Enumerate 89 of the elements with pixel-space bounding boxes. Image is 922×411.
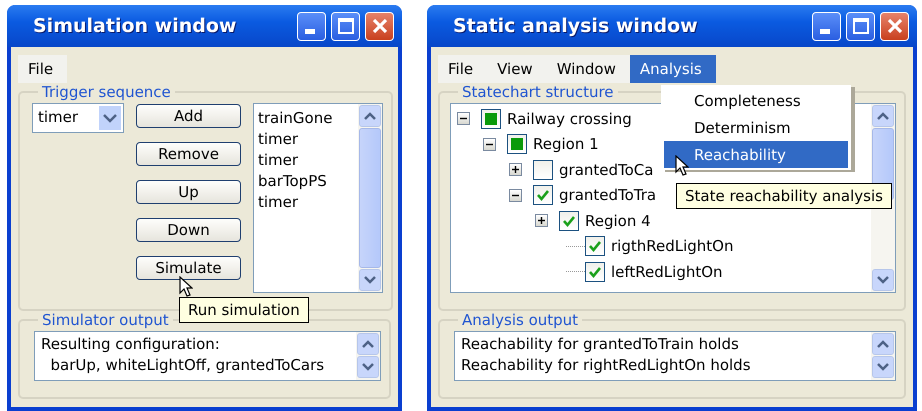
group-title: Analysis output (461, 311, 580, 329)
output-line: Resulting configuration: (41, 334, 221, 355)
output-line: Reachability for grantedToTrain holds (461, 334, 740, 355)
list-item[interactable]: timer (258, 129, 354, 150)
check-icon (536, 189, 550, 202)
state-box[interactable] (507, 134, 527, 154)
group-title: Statechart structure (461, 83, 615, 101)
tree-item[interactable]: grantedToTra (559, 186, 656, 204)
scroll-up-button[interactable] (872, 333, 894, 355)
check-icon (562, 214, 576, 227)
maximize-button[interactable] (331, 12, 360, 40)
close-button[interactable] (365, 12, 394, 40)
scroll-down-button[interactable] (359, 269, 381, 291)
output-line: barUp, whiteLightOff, grantedToCars (50, 355, 326, 376)
chevron-up-icon (877, 112, 889, 120)
scroll-down-button[interactable] (872, 269, 894, 291)
minimize-button[interactable] (297, 12, 326, 40)
list-item[interactable]: barTopPS (258, 171, 354, 192)
plus-icon (537, 216, 546, 226)
close-icon (372, 18, 388, 34)
list-item[interactable]: trainGone (258, 108, 354, 129)
checkbox[interactable] (559, 210, 579, 231)
tooltip: State reachability analysis (676, 183, 892, 209)
action-button[interactable]: Down (136, 218, 241, 242)
chevron-down-icon (877, 276, 889, 284)
square-icon (511, 138, 523, 150)
checkbox[interactable] (533, 185, 553, 206)
menu-item[interactable]: Analysis (630, 55, 716, 83)
tree-item[interactable]: Region 4 (585, 212, 651, 230)
chevron-up-icon (362, 340, 374, 348)
tree-toggle[interactable] (509, 188, 522, 202)
menu-item[interactable]: File (18, 55, 68, 83)
scroll-up-button[interactable] (357, 333, 379, 355)
minimize-button[interactable] (812, 12, 841, 40)
menu-item[interactable]: View (487, 55, 547, 83)
action-button[interactable]: Up (136, 180, 241, 204)
scroll-up-button[interactable] (359, 105, 381, 127)
list-item[interactable]: timer (258, 150, 354, 171)
scroll-down-button[interactable] (872, 356, 894, 378)
close-icon (886, 18, 902, 34)
maximize-icon (852, 18, 868, 34)
menu-item[interactable]: Window (546, 55, 630, 83)
minimize-icon (820, 28, 830, 34)
close-button[interactable] (880, 12, 909, 40)
menu-item[interactable]: Completeness (664, 87, 848, 114)
state-box[interactable] (481, 108, 501, 129)
chevron-down-icon (103, 114, 117, 122)
minimize-icon (304, 28, 314, 34)
tree-toggle[interactable] (483, 138, 496, 151)
tree-item[interactable]: Region 1 (533, 135, 599, 154)
checkbox[interactable] (585, 262, 605, 282)
square-icon (485, 112, 497, 125)
maximize-icon (338, 18, 354, 34)
chevron-up-icon (364, 112, 376, 120)
tree-item[interactable]: rigthRedLightOn (611, 237, 734, 256)
window-title: Simulation window (33, 15, 238, 37)
maximize-button[interactable] (846, 12, 875, 40)
check-icon (588, 240, 602, 252)
tree-toggle[interactable] (535, 214, 548, 228)
tree-item[interactable]: grantedToCa (559, 160, 654, 179)
chevron-down-icon (877, 363, 889, 371)
action-button[interactable]: Add (136, 104, 241, 128)
scroll-thumb[interactable] (359, 128, 381, 268)
tree-item[interactable]: Railway crossing (507, 110, 632, 128)
menu-item[interactable]: Reachability (664, 141, 848, 168)
group-title: Simulator output (41, 311, 170, 329)
check-icon (588, 266, 602, 278)
tree-toggle[interactable] (457, 112, 470, 126)
action-button[interactable]: Simulate (136, 256, 241, 280)
chevron-up-icon (877, 340, 889, 348)
chevron-down-icon (362, 363, 374, 371)
scroll-up-button[interactable] (872, 105, 894, 127)
tree-toggle[interactable] (509, 163, 522, 176)
dropdown-field[interactable]: timer (32, 103, 124, 133)
tooltip: Run simulation (179, 297, 309, 323)
output-line: Reachability for rightRedLightOn holds (461, 355, 752, 376)
checkbox[interactable] (533, 160, 553, 180)
tree-item[interactable]: leftRedLightOn (611, 262, 723, 281)
chevron-down-icon (364, 276, 376, 284)
group-title: Trigger sequence (41, 83, 172, 101)
menu-item[interactable]: Determinism (664, 114, 848, 141)
scroll-down-button[interactable] (357, 356, 379, 378)
list-item[interactable]: timer (258, 192, 354, 213)
menu-item[interactable]: File (438, 55, 488, 83)
checkbox[interactable] (585, 236, 605, 256)
window-title: Static analysis window (453, 15, 699, 37)
action-button[interactable]: Remove (136, 142, 241, 166)
cursor-icon (179, 276, 193, 298)
plus-icon (511, 165, 520, 174)
